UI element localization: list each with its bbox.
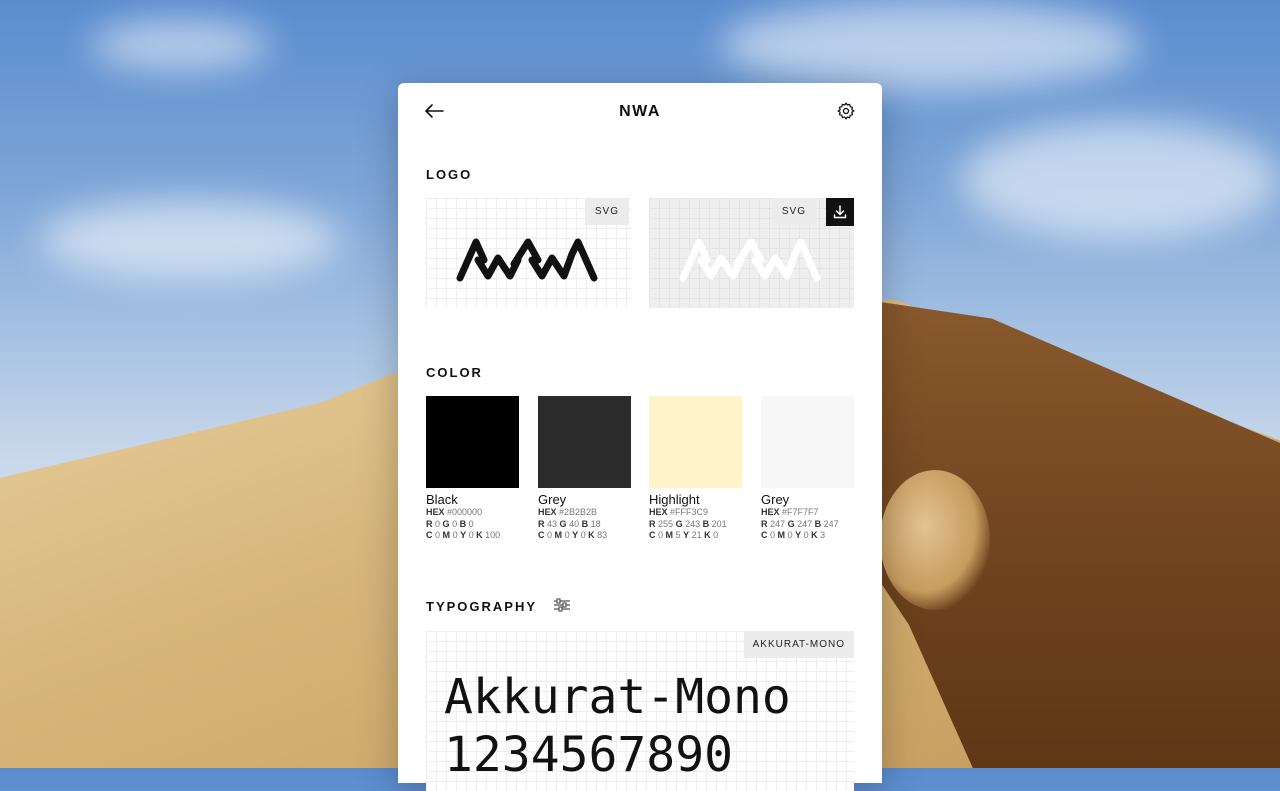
- dune-highlight: [880, 470, 990, 610]
- font-sample-name: Akkurat-Mono: [444, 669, 791, 725]
- top-bar: NWA: [398, 83, 882, 139]
- swatch-cmyk: C 0 M 5 Y 21 K 0: [649, 530, 719, 540]
- swatch-rgb: R 255 G 243 B 201: [649, 518, 727, 529]
- sliders-icon: [554, 598, 570, 612]
- logo-tile-dark[interactable]: SVG: [426, 198, 631, 308]
- swatch-cmyk: C 0 M 0 Y 0 K 100: [426, 530, 501, 540]
- color-swatch-grey-light[interactable]: Grey HEX #F7F7F7 R 247 G 247 B 247 C 0 M…: [761, 396, 854, 542]
- svg-badge: SVG: [771, 198, 816, 225]
- gear-icon: [837, 102, 855, 120]
- svg-badge: SVG: [584, 198, 629, 225]
- nwa-logo-light: [679, 238, 821, 282]
- download-button[interactable]: [826, 198, 854, 226]
- color-swatch-grey-dark[interactable]: Grey HEX #2B2B2B R 43 G 40 B 18 C 0 M 0 …: [538, 396, 631, 542]
- logo-tile-light[interactable]: SVG: [649, 198, 854, 308]
- download-icon: [833, 205, 847, 219]
- swatch-name: Grey: [538, 492, 567, 507]
- swatch-hex: HEX #F7F7F7: [761, 507, 819, 517]
- swatch-cmyk: C 0 M 0 Y 0 K 83: [538, 530, 608, 540]
- color-swatch-black[interactable]: Black HEX #000000 R 0 G 0 B 0 C 0 M 0 Y …: [426, 396, 519, 542]
- swatch-box: [426, 396, 519, 488]
- font-badge: AKKURAT-MONO: [743, 631, 854, 658]
- color-swatch-highlight[interactable]: Highlight HEX #FFF3C9 R 255 G 243 B 201 …: [649, 396, 742, 542]
- page-title: NWA: [619, 103, 661, 120]
- typography-tile[interactable]: AKKURAT-MONO Akkurat-Mono 1234567890: [426, 631, 854, 791]
- font-sample-digits: 1234567890: [444, 727, 733, 783]
- typography-section-label: TYPOGRAPHY: [426, 599, 538, 614]
- swatch-rgb: R 247 G 247 B 247: [761, 518, 839, 529]
- swatch-rgb: R 43 G 40 B 18: [538, 518, 601, 529]
- brand-panel: NWA LOGO SVG SVG COLOR Black HEX #000000…: [398, 83, 882, 791]
- settings-button[interactable]: [836, 101, 856, 121]
- logo-section-label: LOGO: [426, 167, 473, 182]
- swatch-rgb: R 0 G 0 B 0: [426, 518, 474, 529]
- swatch-name: Black: [426, 492, 458, 507]
- swatch-name: Highlight: [649, 492, 700, 507]
- color-section-label: COLOR: [426, 365, 483, 380]
- swatch-box: [761, 396, 854, 488]
- swatch-hex: HEX #000000: [426, 507, 483, 517]
- swatch-cmyk: C 0 M 0 Y 0 K 3: [761, 530, 826, 540]
- swatch-box: [649, 396, 742, 488]
- swatch-box: [538, 396, 631, 488]
- swatch-hex: HEX #2B2B2B: [538, 507, 598, 517]
- typography-settings-button[interactable]: [553, 597, 571, 613]
- swatch-hex: HEX #FFF3C9: [649, 507, 709, 517]
- swatch-name: Grey: [761, 492, 790, 507]
